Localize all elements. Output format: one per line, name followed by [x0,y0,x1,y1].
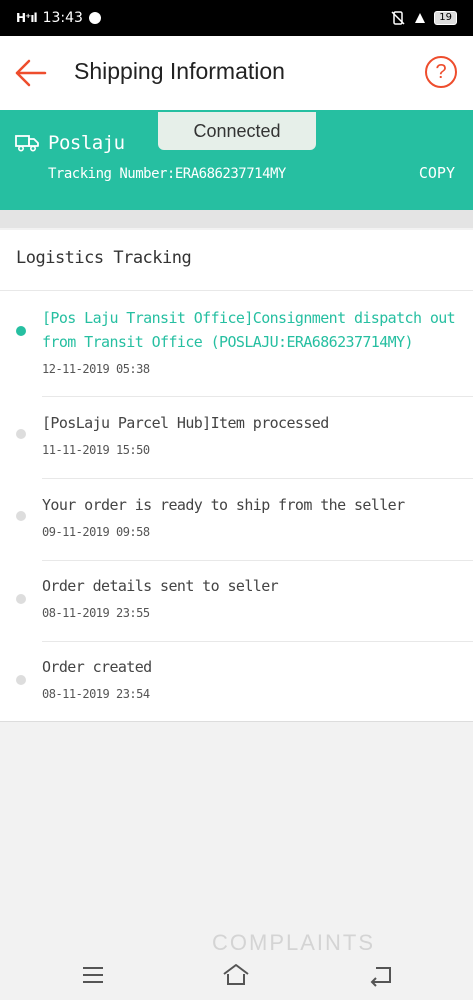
status-bar: H⁺ıl 13:43 19 [0,0,473,36]
event-time: 09-11-2019 09:58 [42,525,150,539]
divider-strip [0,210,473,228]
timeline-dot [16,594,26,604]
battery-icon: 19 [434,11,457,25]
connected-toast: Connected [158,112,316,150]
menu-icon[interactable] [78,960,108,990]
app-bar: Shipping Information ? [0,36,473,110]
event-description: Order details sent to seller [42,577,279,595]
status-time: 13:43 [42,10,83,26]
tracking-number: ERA686237714MY [174,166,287,182]
event-description: [Pos Laju Transit Office]Consignment dis… [42,309,456,351]
event-time: 11-11-2019 15:50 [42,443,150,457]
card-divider [0,290,473,291]
timeline-dot [16,326,26,336]
vibrate-icon [391,11,405,25]
back-nav-icon[interactable] [366,960,396,990]
tracking-event: [PosLaju Parcel Hub]Item processed 11-11… [0,397,473,479]
status-right: 19 [390,10,457,26]
home-icon[interactable] [221,960,251,990]
logistics-card: Logistics Tracking [Pos Laju Transit Off… [0,230,473,722]
message-icon [88,12,101,24]
help-icon[interactable]: ? [425,56,457,88]
system-nav-bar [0,950,473,1000]
timeline-dot [16,675,26,685]
truck-icon [15,135,39,152]
signal-icon: H⁺ıl [16,11,38,25]
tracking-event: Your order is ready to ship from the sel… [0,479,473,561]
page-title: Shipping Information [74,58,285,84]
network-icon [415,13,426,23]
tracking-event: Order created 08-11-2019 23:54 [0,641,473,721]
tracking-event: [Pos Laju Transit Office]Consignment dis… [0,296,473,397]
carrier-name: Poslaju [48,132,125,154]
tracking-event: Order details sent to seller 08-11-2019 … [0,560,473,642]
tracking-number-row: Tracking Number:ERA686237714MY [48,166,286,182]
event-time: 12-11-2019 05:38 [42,362,150,376]
event-description: Your order is ready to ship from the sel… [42,496,405,514]
status-left: H⁺ıl 13:43 [16,10,101,26]
event-description: Order created [42,658,152,676]
back-arrow-icon[interactable] [14,58,48,88]
timeline-dot [16,429,26,439]
tracking-label: Tracking Number: [48,166,175,182]
logistics-title: Logistics Tracking [16,248,192,268]
timeline-dot [16,511,26,521]
copy-button[interactable]: COPY [419,164,455,182]
event-description: [PosLaju Parcel Hub]Item processed [42,414,329,432]
event-time: 08-11-2019 23:54 [42,687,150,701]
event-time: 08-11-2019 23:55 [42,606,150,620]
